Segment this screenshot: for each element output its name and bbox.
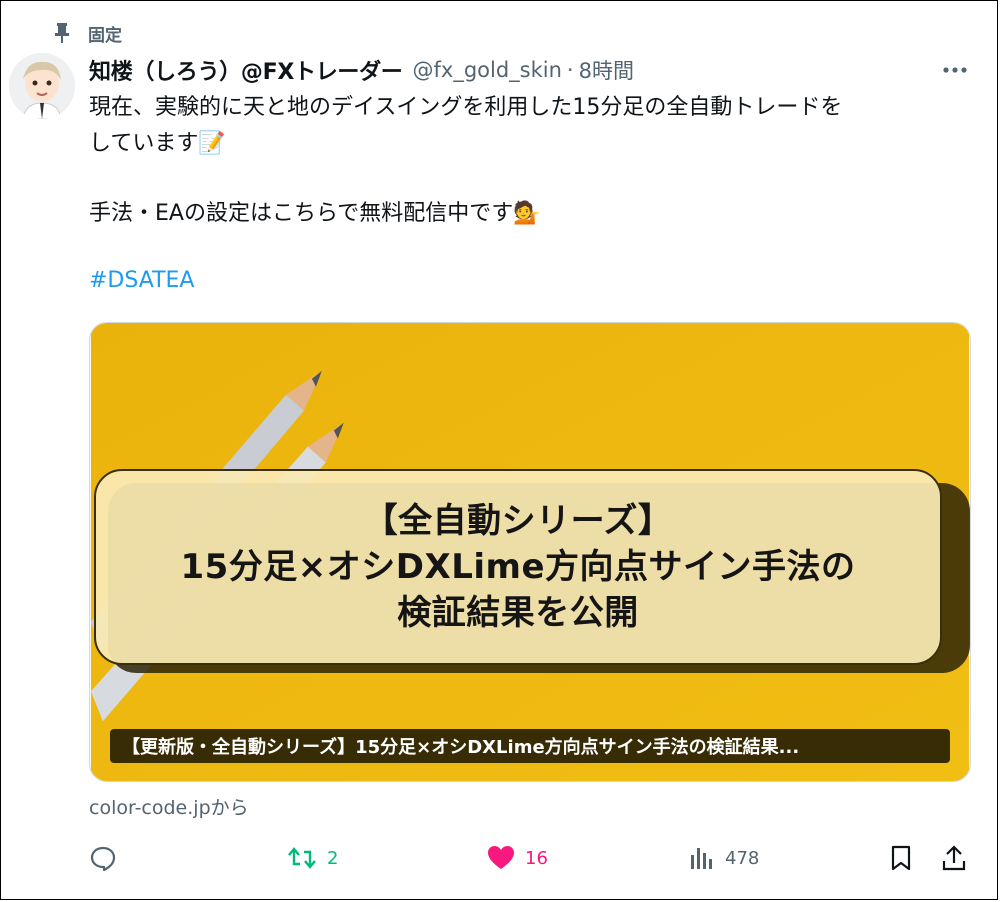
- retweet-button[interactable]: 2: [287, 840, 338, 876]
- post-text-line1: 現在、実験的に天と地のデイスイングを利用した15分足の全自動トレードを: [89, 95, 843, 120]
- heart-icon: [488, 846, 514, 869]
- like-button[interactable]: 16: [487, 840, 548, 876]
- tipping-hand-emoji-icon: 💁: [513, 201, 541, 226]
- card-caption: 【更新版・全自動シリーズ】15分足×オシDXLime方向点サイン手法の検証結果.…: [110, 729, 950, 763]
- post-text-line3: 手法・EAの設定はこちらで無料配信中です: [89, 201, 514, 226]
- pinned-label: 固定: [88, 25, 122, 46]
- display-name[interactable]: 知楼（しろう）@FXトレーダー: [89, 54, 403, 86]
- more-options-icon[interactable]: [940, 55, 970, 85]
- memo-emoji-icon: 📝: [198, 131, 226, 156]
- share-icon: [942, 845, 966, 871]
- views-button[interactable]: 478: [689, 840, 759, 876]
- retweet-count: 2: [327, 847, 339, 869]
- card-title-panel: 【全自動シリーズ】 15分足×オシDXLime方向点サイン手法の 検証結果を公開: [94, 469, 942, 665]
- post-time[interactable]: 8時間: [579, 55, 634, 85]
- post-text-line2: しています: [89, 131, 199, 156]
- card-source[interactable]: color-code.jpから: [89, 793, 249, 820]
- pin-icon: [48, 22, 76, 44]
- post-text-line3-row: 手法・EAの設定はこちらで無料配信中です💁: [89, 197, 979, 231]
- post-text-line2-row: しています📝: [89, 127, 979, 161]
- card-title-line1: 【全自動シリーズ】: [363, 501, 673, 541]
- bookmark-icon: [891, 845, 911, 871]
- reply-icon: [90, 846, 116, 872]
- hashtag-link[interactable]: #DSATEA: [89, 268, 194, 293]
- user-handle[interactable]: @fx_gold_skin: [413, 58, 562, 82]
- views-count: 478: [725, 847, 760, 869]
- link-card[interactable]: 【全自動シリーズ】 15分足×オシDXLime方向点サイン手法の 検証結果を公開…: [89, 322, 971, 782]
- views-icon: [691, 848, 712, 869]
- like-count: 16: [525, 847, 548, 869]
- avatar[interactable]: [9, 53, 75, 119]
- bookmark-button[interactable]: [889, 840, 913, 876]
- retweet-icon: [288, 847, 316, 869]
- separator-dot: ·: [566, 58, 574, 82]
- share-button[interactable]: [941, 840, 967, 876]
- card-title-line3: 検証結果を公開: [397, 593, 639, 633]
- pinned-indicator: 固定: [48, 20, 122, 46]
- reply-button[interactable]: [89, 840, 117, 876]
- card-caption-text: 【更新版・全自動シリーズ】15分足×オシDXLime方向点サイン手法の検証結果.…: [122, 737, 800, 758]
- card-title-line2: 15分足×オシDXLime方向点サイン手法の: [180, 547, 856, 587]
- action-bar: 2 16 478: [89, 840, 971, 876]
- post-header: 知楼（しろう）@FXトレーダー @fx_gold_skin · 8時間: [89, 55, 952, 85]
